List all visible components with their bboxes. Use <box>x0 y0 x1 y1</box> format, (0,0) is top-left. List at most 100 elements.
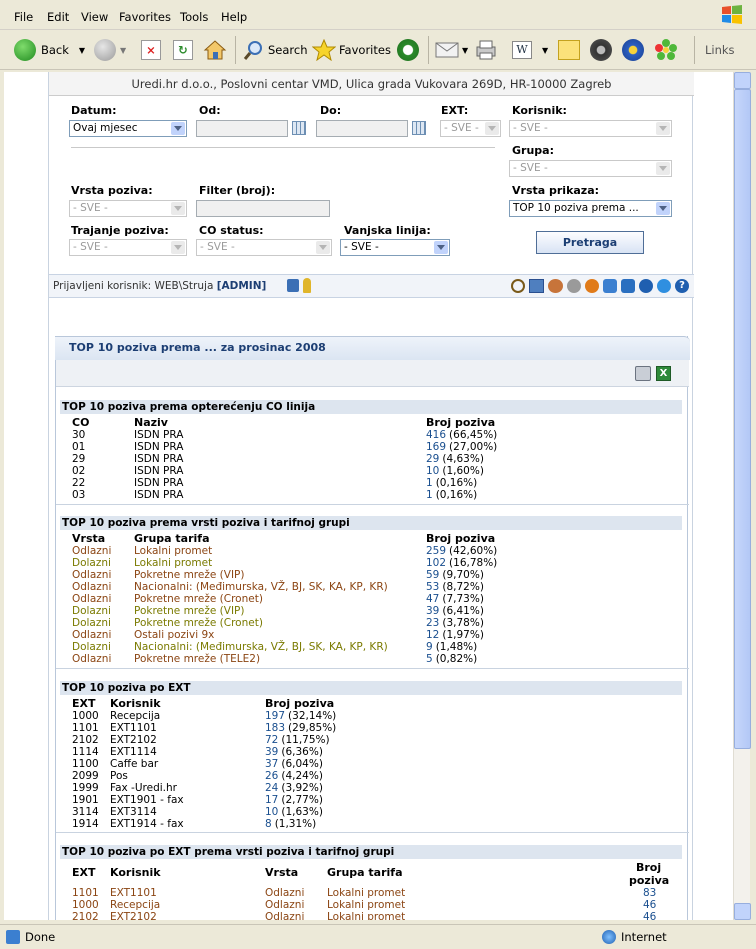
refresh-user-icon[interactable] <box>287 279 299 292</box>
call-count-link[interactable]: 197 <box>265 710 285 722</box>
menu-edit[interactable]: Edit <box>47 10 69 24</box>
call-count-link[interactable]: 29 <box>426 453 439 465</box>
call-count-link[interactable]: 169 <box>426 441 446 453</box>
stop-button[interactable]: × <box>141 38 161 62</box>
call-count-link[interactable]: 9 <box>426 641 433 653</box>
call-count-link[interactable]: 17 <box>265 794 278 806</box>
menu-file[interactable]: File <box>14 10 33 24</box>
call-count-link[interactable]: 8 <box>265 818 272 830</box>
call-count-link[interactable]: 47 <box>426 593 439 605</box>
call-count-link[interactable]: 72 <box>265 734 278 746</box>
call-count-link[interactable]: 183 <box>265 722 285 734</box>
menu-help[interactable]: Help <box>221 10 247 24</box>
links-button[interactable]: Links <box>705 38 735 62</box>
scroll-thumb[interactable] <box>734 89 751 749</box>
excel-export-icon[interactable]: X <box>656 366 671 381</box>
scroll-down-button[interactable] <box>734 903 751 920</box>
search-button[interactable]: Search <box>243 38 308 62</box>
co-line: 02 <box>72 465 86 477</box>
call-count-link[interactable]: 46 <box>643 911 656 920</box>
chevron-down-icon <box>316 241 330 254</box>
back-button[interactable]: Back ▼ <box>14 38 85 62</box>
database-icon[interactable] <box>639 279 653 293</box>
messenger-button[interactable] <box>590 38 612 62</box>
call-count-link[interactable]: 37 <box>265 758 278 770</box>
book-icon[interactable] <box>529 279 544 293</box>
korisnik-select[interactable]: - SVE - <box>509 120 672 137</box>
forward-button[interactable]: ▼ <box>94 38 126 62</box>
clock-icon[interactable] <box>585 279 599 293</box>
do-calendar-icon[interactable] <box>412 121 426 135</box>
call-count-link[interactable]: 23 <box>426 617 439 629</box>
menu-favorites[interactable]: Favorites <box>119 10 171 24</box>
refresh-button[interactable]: ↻ <box>173 38 193 62</box>
home-button[interactable] <box>203 38 227 62</box>
call-count-link[interactable]: 59 <box>426 569 439 581</box>
logged-user-bar: Prijavljeni korisnik: WEB\Struja [ADMIN]… <box>49 274 694 298</box>
vanjska-select[interactable]: - SVE - <box>340 239 450 256</box>
icq-button[interactable] <box>654 38 678 62</box>
call-count-link[interactable]: 39 <box>265 746 278 758</box>
call-count-link[interactable]: 26 <box>265 770 278 782</box>
call-count-link[interactable]: 1 <box>426 477 433 489</box>
window-icon[interactable] <box>621 279 635 293</box>
call-count-link[interactable]: 102 <box>426 557 446 569</box>
vrsta-poziva-select[interactable]: - SVE - <box>69 200 187 217</box>
ext-select[interactable]: - SVE - <box>440 120 501 137</box>
pretraga-button[interactable]: Pretraga <box>536 231 644 254</box>
call-count-link[interactable]: 39 <box>426 605 439 617</box>
call-count-link[interactable]: 53 <box>426 581 439 593</box>
grupa-select[interactable]: - SVE - <box>509 160 672 177</box>
browser-window: File Edit View Favorites Tools Help Back… <box>0 0 756 949</box>
call-percent: (1,97%) <box>442 629 484 641</box>
search-report-icon[interactable] <box>511 279 525 293</box>
mail-icon <box>435 42 459 58</box>
call-count-link[interactable]: 12 <box>426 629 439 641</box>
favorites-button[interactable]: Favorites <box>312 38 391 62</box>
globe-icon[interactable] <box>657 279 671 293</box>
call-count-link[interactable]: 83 <box>643 887 656 899</box>
trajanje-select[interactable]: - SVE - <box>69 239 187 256</box>
discuss-button[interactable] <box>558 38 580 62</box>
help-icon[interactable]: ? <box>675 279 689 293</box>
vrsta-poziva-label: Vrsta poziva: <box>71 184 153 197</box>
mail-dropdown-icon[interactable]: ▼ <box>462 46 468 55</box>
co-name: ISDN PRA <box>134 429 184 441</box>
research-button[interactable] <box>622 38 644 62</box>
call-count-link[interactable]: 24 <box>265 782 278 794</box>
settings-gear-icon[interactable] <box>567 279 581 293</box>
call-percent: (0,16%) <box>435 489 478 501</box>
print-report-icon[interactable] <box>635 366 651 381</box>
call-count-link[interactable]: 416 <box>426 429 446 441</box>
report-icon[interactable] <box>603 279 617 293</box>
panel-toolbar: X <box>56 360 689 387</box>
history-button[interactable] <box>397 38 419 62</box>
od-date-input[interactable] <box>196 120 288 137</box>
menu-tools[interactable]: Tools <box>180 10 208 24</box>
call-count-link[interactable]: 1 <box>426 489 433 501</box>
scroll-up-button[interactable] <box>734 72 751 89</box>
filter-broj-input[interactable] <box>196 200 330 217</box>
tariff-group: Pokretne mreže (Cronet) <box>134 593 263 605</box>
vrsta-prikaza-select[interactable]: TOP 10 poziva prema ... <box>509 200 672 217</box>
vertical-scrollbar[interactable] <box>733 72 751 920</box>
ext-user: Pos <box>110 770 128 782</box>
call-count-link[interactable]: 10 <box>426 465 439 477</box>
back-dropdown-icon[interactable]: ▼ <box>79 46 85 55</box>
od-calendar-icon[interactable] <box>292 121 306 135</box>
menu-view[interactable]: View <box>81 10 108 24</box>
call-count-link[interactable]: 5 <box>426 653 433 665</box>
co-status-select[interactable]: - SVE - <box>196 239 332 256</box>
edit-button[interactable]: W ▼ <box>512 38 548 62</box>
print-button[interactable] <box>474 38 498 62</box>
datum-select[interactable]: Ovaj mjesec <box>69 120 187 137</box>
do-date-input[interactable] <box>316 120 408 137</box>
edit-dropdown-icon[interactable]: ▼ <box>542 46 548 55</box>
forward-dropdown-icon[interactable]: ▼ <box>120 46 126 55</box>
call-count-link[interactable]: 46 <box>643 899 656 911</box>
call-count-link[interactable]: 10 <box>265 806 278 818</box>
mail-button[interactable]: ▼ <box>435 38 468 62</box>
key-icon[interactable] <box>303 278 311 293</box>
call-count-link[interactable]: 259 <box>426 545 446 557</box>
users-icon[interactable] <box>548 279 563 293</box>
